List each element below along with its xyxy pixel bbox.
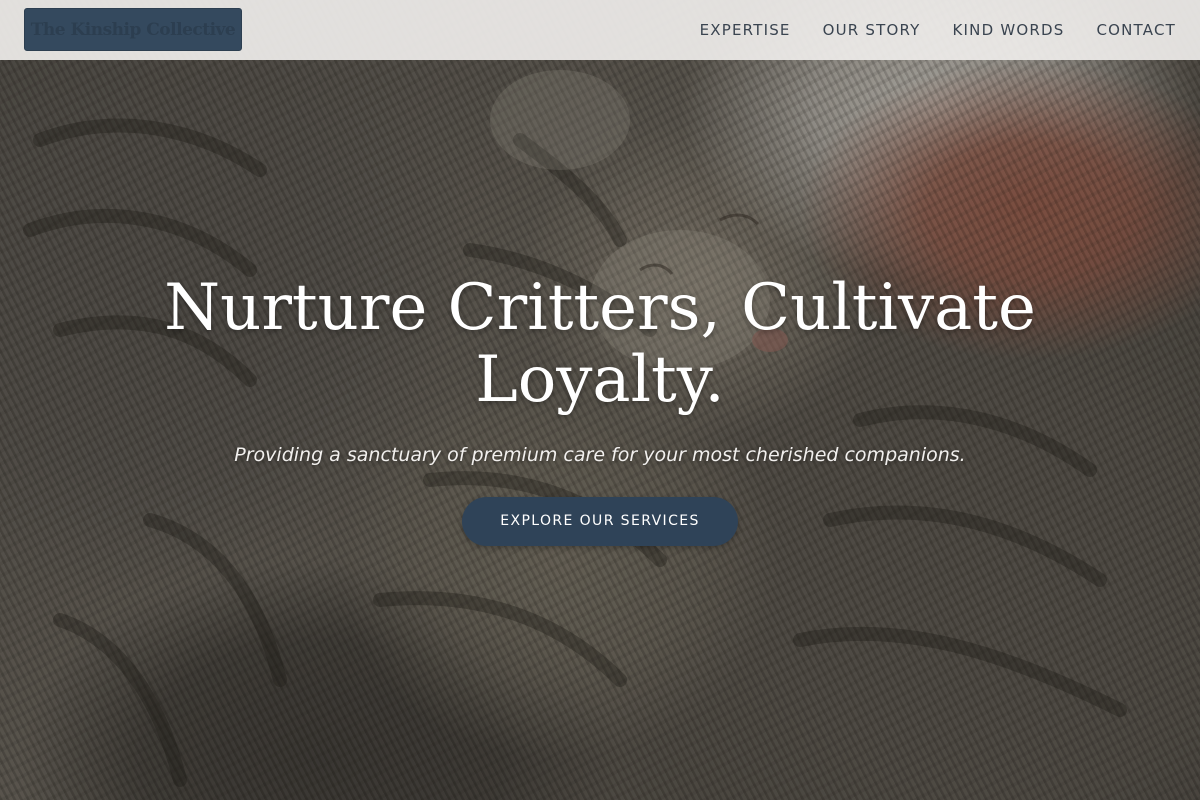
hero-section: Nurture Critters, Cultivate Loyalty. Pro… [100, 272, 1100, 546]
nav-link-kind-words[interactable]: KIND WORDS [953, 21, 1065, 39]
site-header: The Kinship Collective EXPERTISE OUR STO… [0, 0, 1200, 60]
nav-link-expertise[interactable]: EXPERTISE [700, 21, 791, 39]
nav-link-our-story[interactable]: OUR STORY [823, 21, 921, 39]
nav-link-contact[interactable]: CONTACT [1096, 21, 1176, 39]
hero-subtitle: Providing a sanctuary of premium care fo… [234, 444, 966, 466]
hero-title: Nurture Critters, Cultivate Loyalty. [164, 271, 1036, 417]
main-nav: EXPERTISE OUR STORY KIND WORDS CONTACT [700, 0, 1176, 60]
explore-services-button[interactable]: EXPLORE OUR SERVICES [462, 497, 738, 546]
logo[interactable]: The Kinship Collective [24, 8, 242, 51]
landing-page: The Kinship Collective EXPERTISE OUR STO… [0, 0, 1200, 800]
logo-text: The Kinship Collective [30, 19, 236, 40]
